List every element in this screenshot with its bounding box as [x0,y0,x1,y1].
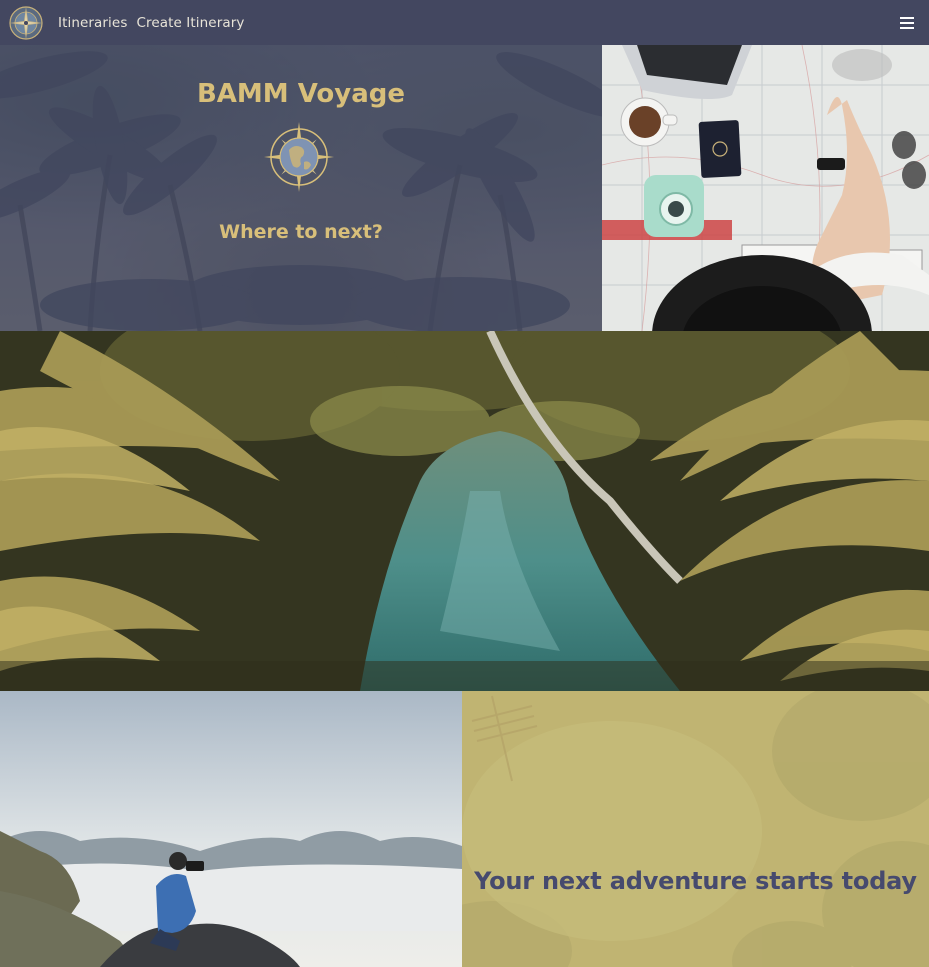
hero-banner: BAMM Voyage Where to next? [0,45,602,331]
adventure-cta-panel: Your next adventure starts today [462,691,929,967]
hero-subtitle: Where to next? [219,221,383,243]
compass-globe-icon [262,120,336,194]
photographer-mountain-photo [0,691,462,967]
adventure-tagline: Your next adventure starts today [474,867,917,895]
jungle-river-photo [0,331,929,691]
nav-link-itineraries[interactable]: Itineraries [58,15,127,31]
travel-planning-photo [602,45,929,331]
compass-logo-icon[interactable] [8,5,44,41]
nav-link-create-itinerary[interactable]: Create Itinerary [136,15,244,31]
top-navbar: Itineraries Create Itinerary [0,0,929,45]
hero-title: BAMM Voyage [196,79,406,109]
hamburger-menu-icon[interactable] [895,11,919,35]
